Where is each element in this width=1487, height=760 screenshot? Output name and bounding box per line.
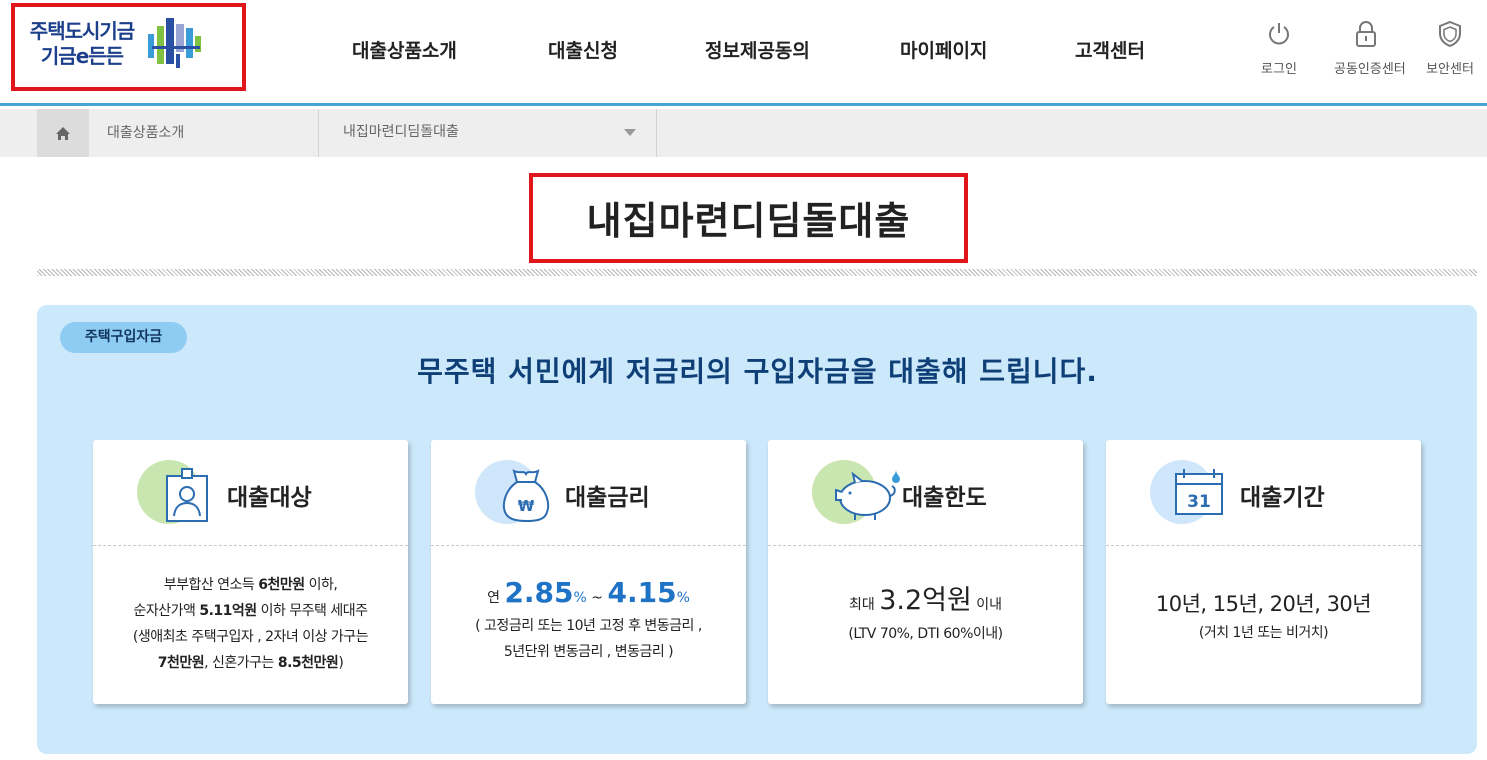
panel-headline: 무주택 서민에게 저금리의 구입자금을 대출해 드립니다. — [417, 355, 1098, 388]
card-loan-limit: 대출한도 최대 3.2억원 이내 (LTV 70%, DTI 60%이내) — [768, 440, 1083, 704]
site-header: 주택도시기금 기금e든든 대출상품소개 대출신청 정보제공동의 마이페이지 고객… — [0, 0, 1487, 106]
card-loan-target: 대출대상 부부합산 연소득 6천만원 이하, 순자산가액 5.11억원 이하 무… — [93, 440, 408, 704]
nav-loan-apply[interactable]: 대출신청 — [548, 36, 618, 63]
security-center-button[interactable]: 보안센터 — [1418, 20, 1482, 77]
period-values: 10년, 15년, 20년, 30년 — [1155, 592, 1372, 616]
card-title: 대출대상 — [227, 485, 312, 511]
cert-center-label: 공동인증센터 — [1334, 62, 1406, 77]
category-badge: 주택구입자금 — [60, 322, 187, 353]
id-badge-icon — [166, 468, 208, 522]
nav-customer-center[interactable]: 고객센터 — [1075, 36, 1145, 63]
card-divider — [1106, 545, 1421, 546]
power-icon — [1269, 23, 1289, 45]
nav-info-consent[interactable]: 정보제공동의 — [705, 36, 810, 63]
rate-note1: ( 고정금리 또는 10년 고정 후 변동금리 , — [475, 618, 702, 634]
card-loan-rate: ₩ 대출금리 연 2.85% ~ 4.15% ( 고정금리 또는 10년 고정 … — [431, 440, 746, 704]
card-divider — [768, 545, 1083, 546]
rate-min: 2.85 — [504, 576, 574, 609]
nav-my-page[interactable]: 마이페이지 — [900, 36, 987, 63]
home-icon — [56, 126, 70, 140]
card-loan-period: 31 대출기간 10년, 15년, 20년, 30년 (거치 1년 또는 비거치… — [1106, 440, 1421, 704]
breadcrumb-level2-select[interactable]: 내집마련디딤돌대출 — [320, 109, 657, 157]
rate-range: 연 2.85% ~ 4.15% — [487, 576, 690, 609]
card-title: 대출한도 — [902, 485, 987, 511]
period-note: (거치 1년 또는 비거치) — [1198, 625, 1329, 641]
card-icon-wrap — [812, 460, 900, 524]
card-body: 부부합산 연소득 6천만원 이하, 순자산가액 5.11억원 이하 무주택 세대… — [93, 572, 408, 676]
security-center-label: 보안센터 — [1426, 62, 1474, 77]
logo[interactable]: 주택도시기금 기금e든든 — [22, 19, 142, 69]
card-title: 대출금리 — [565, 485, 650, 511]
svg-text:31: 31 — [1187, 492, 1211, 512]
breadcrumb: 대출상품소개 내집마련디딤돌대출 — [0, 109, 1487, 157]
cert-center-button[interactable]: 공동인증센터 — [1334, 20, 1406, 77]
card-body: 연 2.85% ~ 4.15% ( 고정금리 또는 10년 고정 후 변동금리 … — [431, 576, 746, 665]
limit-note: (LTV 70%, DTI 60%이내) — [848, 626, 1003, 642]
rate-note2: 5년단위 변동금리 , 변동금리 ) — [503, 644, 674, 660]
card-body: 최대 3.2억원 이내 (LTV 70%, DTI 60%이내) — [768, 578, 1083, 647]
target-line1: 부부합산 연소득 6천만원 이하, — [163, 577, 338, 593]
svg-text:₩: ₩ — [518, 497, 535, 515]
login-button[interactable]: 로그인 — [1247, 20, 1311, 77]
nav-loan-products[interactable]: 대출상품소개 — [352, 36, 457, 63]
limit-amount: 최대 3.2억원 이내 — [848, 585, 1003, 616]
rate-max: 4.15 — [607, 576, 677, 609]
target-line4: 7천만원, 신혼가구는 8.5천만원) — [157, 655, 344, 671]
breadcrumb-home[interactable] — [37, 109, 89, 157]
card-icon-wrap: ₩ — [475, 460, 550, 524]
card-divider — [431, 545, 746, 546]
calendar-icon: 31 — [1175, 469, 1223, 515]
card-body: 10년, 15년, 20년, 30년 (거치 1년 또는 비거치) — [1106, 588, 1421, 646]
card-icon-wrap — [137, 460, 208, 524]
shield-icon — [1439, 20, 1461, 48]
target-line2: 순자산가액 5.11억원 이하 무주택 세대주 — [133, 603, 368, 619]
logo-line2: 기금e든든 — [40, 44, 124, 68]
breadcrumb-level1[interactable]: 대출상품소개 — [89, 109, 319, 157]
card-icon-wrap: 31 — [1150, 460, 1223, 524]
lock-icon — [1356, 21, 1376, 47]
logo-line1: 주택도시기금 — [29, 19, 135, 43]
logo-mark-icon — [148, 18, 201, 68]
chevron-down-icon — [624, 129, 636, 136]
piggy-bank-icon — [835, 470, 900, 520]
login-label: 로그인 — [1261, 62, 1297, 77]
card-title: 대출기간 — [1240, 485, 1325, 511]
page-title: 내집마련디딤돌대출 — [586, 199, 911, 243]
money-bag-icon: ₩ — [502, 469, 550, 523]
title-divider — [37, 269, 1477, 276]
target-line3: (생애최초 주택구입자 , 2자녀 이상 가구는 — [132, 629, 369, 645]
breadcrumb-level2-label: 내집마련디딤돌대출 — [343, 124, 459, 140]
card-divider — [93, 545, 408, 546]
